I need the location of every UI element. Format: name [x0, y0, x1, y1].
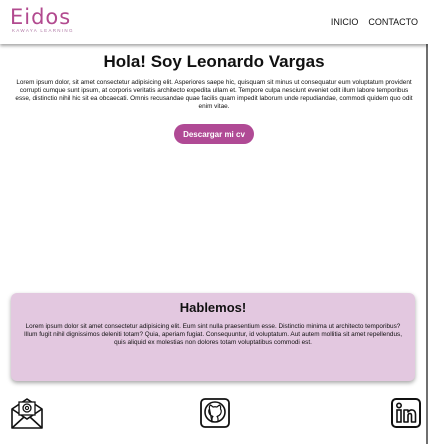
- github-icon[interactable]: [198, 396, 232, 430]
- linkedin-icon[interactable]: [389, 396, 423, 430]
- download-cv-button[interactable]: Descargar mi cv: [174, 124, 254, 145]
- logo[interactable]: Eidos KAWAYA LEARNING: [10, 6, 74, 33]
- hero-section: Hola! Soy Leonardo Vargas Lorem ipsum do…: [0, 44, 428, 145]
- hero-title: Hola! Soy Leonardo Vargas: [103, 52, 325, 71]
- contact-description: Lorem ipsum dolor sit amet consectetur a…: [24, 323, 402, 347]
- site-header: Eidos KAWAYA LEARNING INICIO CONTACTO: [0, 0, 428, 44]
- logo-text: Eidos: [10, 5, 72, 29]
- logo-tagline: KAWAYA LEARNING: [12, 28, 74, 33]
- email-icon[interactable]: [10, 396, 44, 430]
- hero-description: Lorem ipsum dolor, sit amet consectetur …: [15, 79, 413, 111]
- footer-social-links: [0, 396, 428, 436]
- contact-title: Hablemos!: [179, 300, 247, 315]
- nav-link-contacto[interactable]: CONTACTO: [368, 17, 418, 27]
- contact-card: Hablemos! Lorem ipsum dolor sit amet con…: [11, 293, 415, 381]
- main-nav: INICIO CONTACTO: [331, 17, 418, 27]
- nav-link-inicio[interactable]: INICIO: [331, 17, 359, 27]
